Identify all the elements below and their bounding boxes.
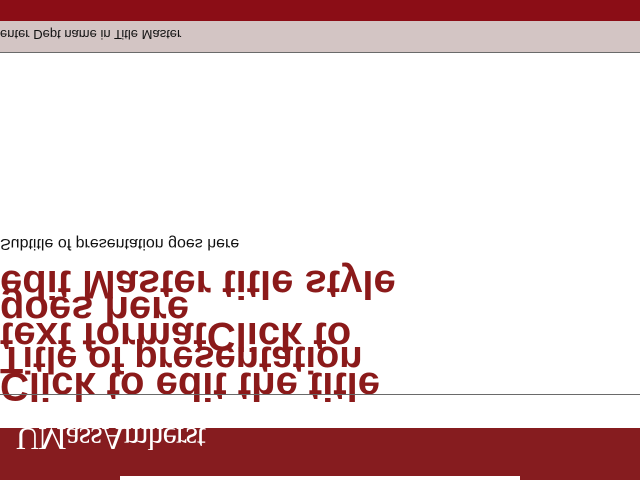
top-accent-bar xyxy=(0,0,640,21)
department-placeholder[interactable]: enter Dept name in Title Master xyxy=(0,27,181,42)
umass-amherst-logo: UMassAmherst xyxy=(16,421,205,457)
divider-line xyxy=(0,394,640,395)
subtitle-placeholder[interactable]: Subtitle of presentation goes here xyxy=(0,234,239,252)
title-text-line[interactable]: Click to edit the title xyxy=(0,364,380,408)
department-band: enter Dept name in Title Master xyxy=(0,21,640,53)
footer-strip xyxy=(120,476,520,480)
